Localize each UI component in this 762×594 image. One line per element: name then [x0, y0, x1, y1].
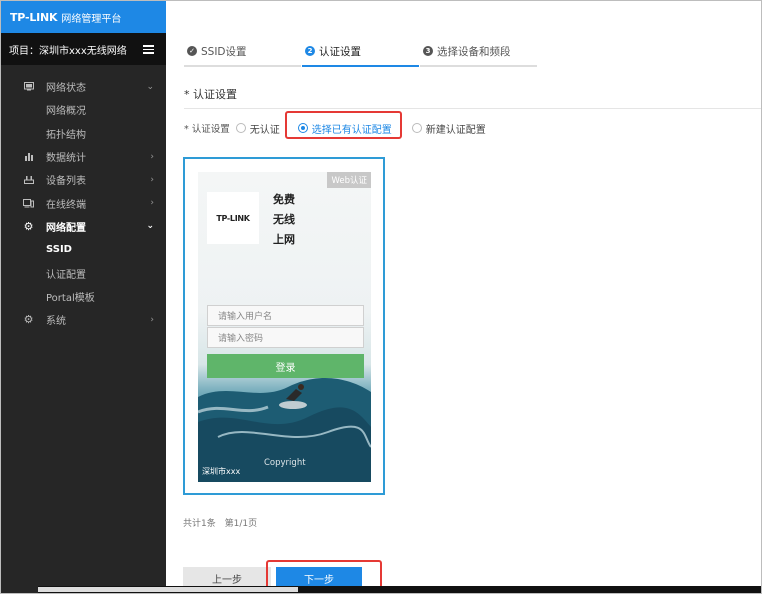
wizard-steps: ✓ SSID设置 2 认证设置 3 选择设备和频段	[184, 37, 538, 67]
bar-chart-icon	[23, 151, 34, 162]
sidebar-item-label: 在线终端	[46, 199, 86, 211]
chevron-down-icon: ⌄	[146, 221, 154, 232]
sidebar-item-system[interactable]: ⚙ 系统 ›	[1, 308, 166, 331]
radio-circle-icon	[235, 123, 246, 133]
sidebar-subitem-topology[interactable]: 拓扑结构	[1, 122, 166, 145]
step-number-badge: 3	[423, 46, 433, 56]
sidebar-subitem-ssid[interactable]: SSID	[1, 238, 166, 261]
highlight-box-auth-option	[285, 111, 402, 139]
password-input: 请输入密码	[207, 327, 364, 348]
pagination-info: 共计1条 第1/1页	[183, 516, 257, 529]
sidebar-item-network-status[interactable]: 网络状态 ⌄	[1, 75, 166, 98]
sidebar-subitem-auth-config[interactable]: 认证配置	[1, 261, 166, 284]
gear-icon: ⚙	[23, 219, 34, 233]
radio-no-auth[interactable]: 无认证	[235, 121, 280, 136]
horizontal-scrollbar[interactable]	[38, 586, 761, 593]
tab-label: SSID设置	[201, 45, 247, 58]
brand-logo: TP-LINK	[10, 10, 58, 24]
page-indicator: 第1/1页	[224, 519, 258, 529]
preview-footer-text: 深圳市xxx	[202, 467, 241, 476]
radio-circle-icon	[411, 123, 422, 133]
total-count: 共计1条	[183, 519, 216, 529]
chevron-down-icon: ⌄	[146, 81, 154, 92]
sidebar-item-label: 数据统计	[46, 153, 86, 165]
username-input: 请输入用户名	[207, 305, 364, 326]
login-button: 登录	[207, 354, 364, 378]
chevron-right-icon: ›	[150, 174, 154, 185]
device-list-icon	[23, 174, 34, 185]
sidebar-item-network-config[interactable]: ⚙ 网络配置 ⌄	[1, 215, 166, 238]
copyright-text: Copyright	[264, 458, 306, 468]
auth-label: * 认证设置	[184, 124, 230, 135]
platform-title: 网络管理平台	[61, 13, 122, 25]
logo-bar: TP-LINK 网络管理平台	[1, 1, 166, 33]
tab-label: 认证设置	[319, 45, 361, 58]
sidebar-menu: 网络状态 ⌄ 网络概况 拓扑结构 数据统计 › 设备列表 › 在线终端 › ⚙ …	[1, 65, 166, 331]
portal-preview: Web认证 TP-LINK 免费 无线 上网 请输入用户名 请输入密码 登录 C…	[198, 172, 371, 482]
radio-label: 新建认证配置	[425, 124, 486, 136]
preview-slogan: 免费 无线 上网	[273, 193, 295, 246]
tab-ssid-settings[interactable]: ✓ SSID设置	[184, 37, 301, 67]
radio-label: 无认证	[249, 124, 280, 136]
sidebar-item-device-list[interactable]: 设备列表 ›	[1, 168, 166, 191]
web-auth-badge: Web认证	[327, 172, 371, 188]
project-bar[interactable]: 项目：深圳市xxx无线网络	[1, 33, 166, 65]
sidebar-item-online-terminals[interactable]: 在线终端 ›	[1, 191, 166, 214]
tab-select-devices[interactable]: 3 选择设备和频段	[420, 37, 537, 67]
gear-icon: ⚙	[23, 313, 34, 327]
sidebar-item-label: 系统	[46, 316, 66, 328]
sidebar-subitem-network-overview[interactable]: 网络概况	[1, 98, 166, 121]
sidebar-item-label: 网络状态	[46, 83, 86, 95]
step-number-badge: 2	[305, 46, 315, 56]
project-label: 项目：深圳市xxx无线网络	[9, 45, 127, 57]
auth-config-card[interactable]: Web认证 TP-LINK 免费 无线 上网 请输入用户名 请输入密码 登录 C…	[183, 157, 385, 495]
main-content: ✓ SSID设置 2 认证设置 3 选择设备和频段 * 认证设置 * 认证设置 …	[166, 1, 761, 593]
tab-label: 选择设备和频段	[437, 45, 511, 58]
terminal-icon	[23, 198, 34, 209]
check-circle-icon: ✓	[187, 46, 197, 56]
sidebar-item-label: 设备列表	[46, 176, 86, 188]
scrollbar-thumb[interactable]	[38, 587, 298, 592]
preview-logo: TP-LINK	[207, 192, 259, 244]
sidebar-item-label: 网络配置	[46, 222, 86, 234]
sidebar-subitem-portal-template[interactable]: Portal模板	[1, 285, 166, 308]
section-title: * 认证设置	[184, 88, 237, 101]
hamburger-menu-icon[interactable]	[143, 45, 154, 54]
monitor-icon	[23, 81, 34, 92]
divider	[184, 108, 761, 109]
chevron-right-icon: ›	[150, 314, 154, 325]
radio-new-auth[interactable]: 新建认证配置	[411, 121, 486, 136]
chevron-right-icon: ›	[150, 198, 154, 209]
chevron-right-icon: ›	[150, 151, 154, 162]
sidebar-item-data-stats[interactable]: 数据统计 ›	[1, 145, 166, 168]
tab-auth-settings[interactable]: 2 认证设置	[302, 37, 419, 67]
sidebar: TP-LINK 网络管理平台 项目：深圳市xxx无线网络 网络状态 ⌄ 网络概况…	[1, 1, 166, 593]
